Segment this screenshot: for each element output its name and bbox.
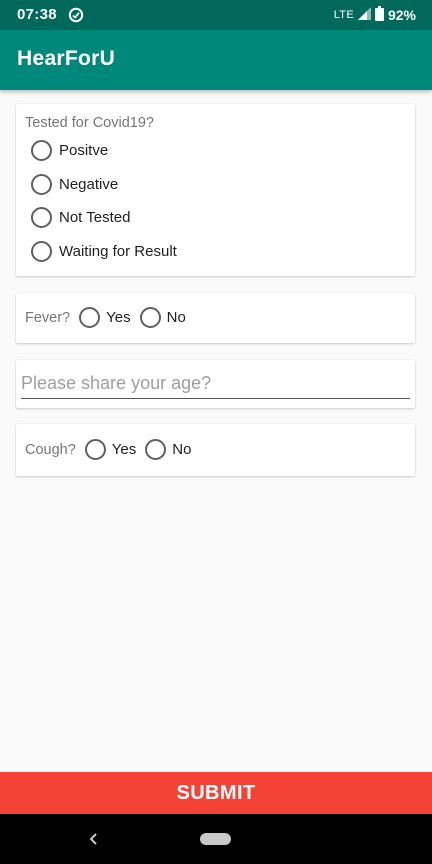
status-indicators: LTE 92%: [334, 6, 416, 24]
status-bar: 07:38 LTE 92%: [0, 0, 432, 30]
network-type: LTE: [333, 9, 354, 21]
covid-test-label: Tested for Covid19?: [25, 115, 154, 131]
submit-button[interactable]: SUBMIT: [0, 772, 432, 814]
navigation-bar: [0, 814, 432, 864]
signal-icon: [357, 7, 371, 23]
radio-option-label: Yes: [106, 309, 131, 326]
home-pill-icon[interactable]: [200, 833, 231, 845]
cough-card: Cough? Yes No: [16, 424, 415, 476]
radio-button-icon: [79, 307, 101, 328]
radio-button-icon: [84, 439, 106, 460]
app-bar: HearForU: [0, 30, 432, 90]
radio-option-not-tested[interactable]: Not Tested: [31, 207, 130, 228]
radio-option-positive[interactable]: Positve: [31, 140, 108, 161]
radio-option-label: Negative: [59, 176, 119, 193]
radio-option-label: Yes: [111, 441, 137, 458]
cough-label: Cough?: [25, 441, 76, 458]
radio-button-icon: [31, 174, 52, 195]
radio-button-icon: [31, 241, 52, 262]
radio-option-label: Positve: [59, 142, 109, 159]
covid-test-card: Tested for Covid19? Positve Negative Not…: [16, 104, 415, 276]
fever-yes-radio[interactable]: Yes: [79, 307, 131, 328]
battery-percent: 92%: [387, 7, 416, 23]
cough-yes-radio[interactable]: Yes: [84, 439, 137, 460]
app-title: HearForU: [17, 47, 116, 70]
radio-button-icon: [139, 307, 161, 328]
cough-no-radio[interactable]: No: [145, 439, 191, 460]
back-icon[interactable]: [86, 829, 102, 849]
radio-option-label: No: [172, 441, 192, 458]
radio-button-icon: [145, 439, 167, 460]
status-time: 07:38: [17, 6, 57, 23]
radio-option-waiting[interactable]: Waiting for Result: [31, 241, 177, 262]
age-input[interactable]: [21, 368, 410, 399]
fever-card: Fever? Yes No: [16, 293, 415, 343]
age-card: [16, 360, 415, 408]
radio-option-negative[interactable]: Negative: [31, 174, 118, 195]
fever-no-radio[interactable]: No: [139, 307, 186, 328]
app-screen: 07:38 LTE 92% HearForU Tested for Covid1…: [0, 0, 432, 864]
radio-button-icon: [31, 207, 52, 228]
radio-option-label: Waiting for Result: [59, 243, 177, 260]
radio-button-icon: [31, 140, 52, 161]
fever-row: Fever? Yes No: [25, 307, 186, 328]
radio-option-label: Not Tested: [59, 209, 131, 226]
battery-icon: [374, 6, 384, 24]
cough-row: Cough? Yes No: [25, 439, 191, 460]
radio-option-label: No: [166, 309, 186, 326]
sync-icon: [68, 7, 84, 23]
fever-label: Fever?: [25, 309, 71, 326]
